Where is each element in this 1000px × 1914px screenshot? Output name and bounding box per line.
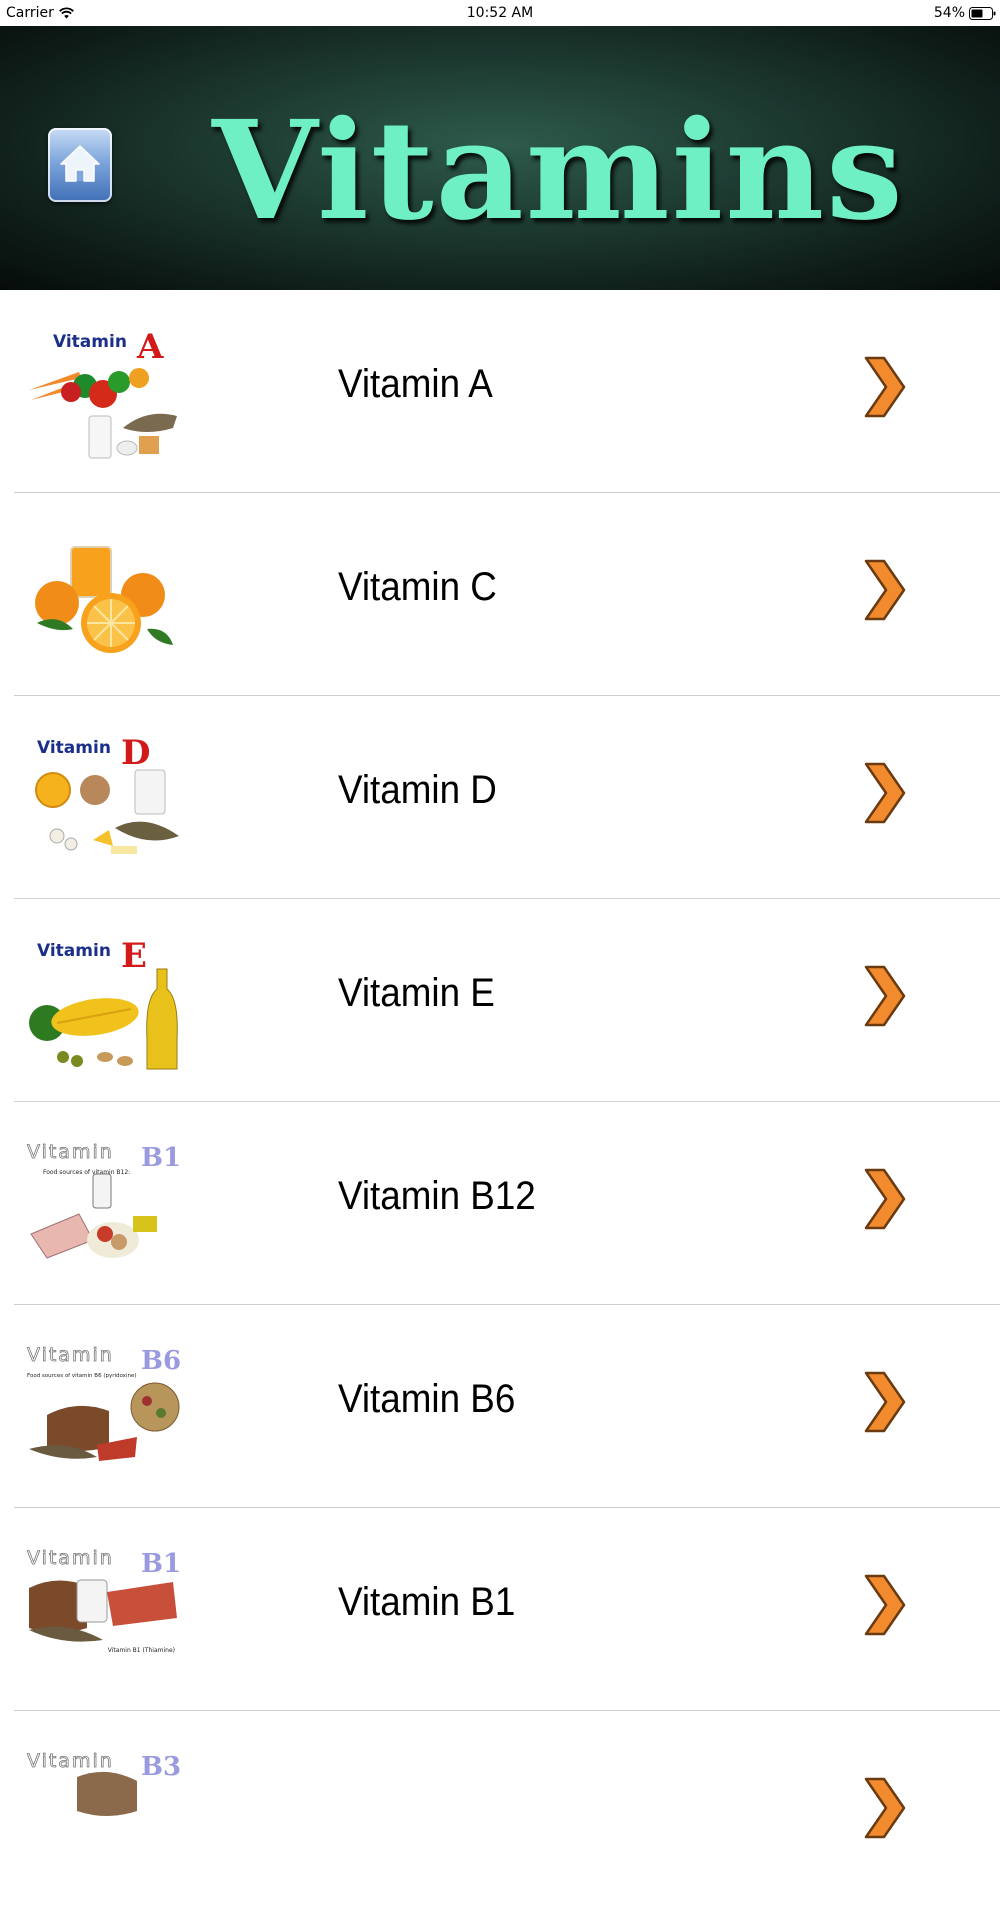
vitamin-d-foods-image: Vitamin D bbox=[27, 736, 180, 872]
image-caption: Vitamin bbox=[37, 941, 111, 961]
list-item-vitamin-b3[interactable]: Vitamin B3 bbox=[0, 1711, 1000, 1914]
list-item-vitamin-d[interactable]: Vitamin D Vitamin D bbox=[0, 696, 1000, 899]
home-icon bbox=[57, 140, 103, 191]
chevron-right-icon bbox=[862, 1775, 906, 1841]
image-letter: B6 bbox=[141, 1346, 180, 1376]
status-right: 54% bbox=[934, 5, 996, 21]
list-item-vitamin-b12[interactable]: Vitamin B12 Food sources of vitamin B12:… bbox=[0, 1102, 1000, 1305]
header-banner: Vitamins bbox=[0, 26, 1000, 290]
item-label: Vitamin C bbox=[338, 565, 497, 609]
list-item-vitamin-e[interactable]: Vitamin E Vitamin E bbox=[0, 899, 1000, 1102]
image-letter: B1 bbox=[141, 1549, 180, 1579]
image-letter: A bbox=[136, 330, 164, 367]
item-label: Vitamin D bbox=[338, 768, 497, 812]
vitamin-e-foods-image: Vitamin E bbox=[27, 939, 180, 1075]
image-letter: D bbox=[121, 736, 150, 773]
item-label: Vitamin B6 bbox=[338, 1377, 516, 1421]
image-letter: B12 bbox=[141, 1143, 180, 1173]
image-caption: Vitamin bbox=[27, 1142, 114, 1163]
chevron-right-icon bbox=[862, 354, 906, 420]
oranges-image bbox=[27, 533, 180, 669]
image-caption: Vitamin bbox=[27, 1751, 114, 1772]
vitamin-b3-foods-image: Vitamin B3 bbox=[27, 1751, 180, 1887]
image-note: Vitamin B1 (Thiamine) bbox=[108, 1647, 175, 1654]
item-label: Vitamin B1 bbox=[338, 1580, 516, 1624]
chevron-right-icon bbox=[862, 760, 906, 826]
item-label: Vitamin B12 bbox=[338, 1174, 536, 1218]
vitamin-a-foods-image: Vitamin A bbox=[27, 330, 180, 466]
list-item-vitamin-c[interactable]: Vitamin C bbox=[0, 493, 1000, 696]
image-caption: Vitamin bbox=[37, 738, 111, 758]
list-item-vitamin-b6[interactable]: Vitamin B6 Food sources of vitamin B6 (p… bbox=[0, 1305, 1000, 1508]
list-item-vitamin-b1[interactable]: Vitamin B1 Vitamin B1 (Thiamine) Vitamin… bbox=[0, 1508, 1000, 1711]
image-note: Food sources of vitamin B12: bbox=[43, 1169, 130, 1176]
chevron-right-icon bbox=[862, 963, 906, 1029]
image-caption: Vitamin bbox=[53, 332, 127, 352]
battery-percent: 54% bbox=[933, 5, 965, 21]
battery-icon bbox=[969, 6, 996, 20]
chevron-right-icon bbox=[862, 1369, 906, 1435]
status-bar: Carrier 10:52 AM 54% bbox=[0, 0, 1000, 26]
list-item-vitamin-a[interactable]: Vitamin A Vitamin A bbox=[0, 290, 1000, 493]
home-button[interactable] bbox=[48, 128, 112, 202]
vitamin-b1-foods-image: Vitamin B1 Vitamin B1 (Thiamine) bbox=[27, 1548, 180, 1684]
vitamin-b12-foods-image: Vitamin B12 Food sources of vitamin B12: bbox=[27, 1142, 180, 1278]
image-note: Food sources of vitamin B6 (pyridoxine) bbox=[27, 1373, 136, 1379]
item-label: Vitamin E bbox=[338, 971, 495, 1015]
item-label: Vitamin A bbox=[338, 362, 493, 406]
image-letter: E bbox=[121, 939, 147, 976]
image-caption: Vitamin bbox=[27, 1548, 114, 1569]
chevron-right-icon bbox=[862, 1572, 906, 1638]
chevron-right-icon bbox=[862, 1166, 906, 1232]
chevron-right-icon bbox=[862, 557, 906, 623]
page-title: Vitamins bbox=[212, 91, 905, 251]
status-time: 10:52 AM bbox=[466, 5, 534, 21]
vitamin-list: Vitamin A Vitamin A Vitamin C Vitamin D … bbox=[0, 290, 1000, 1914]
vitamin-b6-foods-image: Vitamin B6 Food sources of vitamin B6 (p… bbox=[27, 1345, 180, 1481]
image-caption: Vitamin bbox=[27, 1345, 114, 1366]
